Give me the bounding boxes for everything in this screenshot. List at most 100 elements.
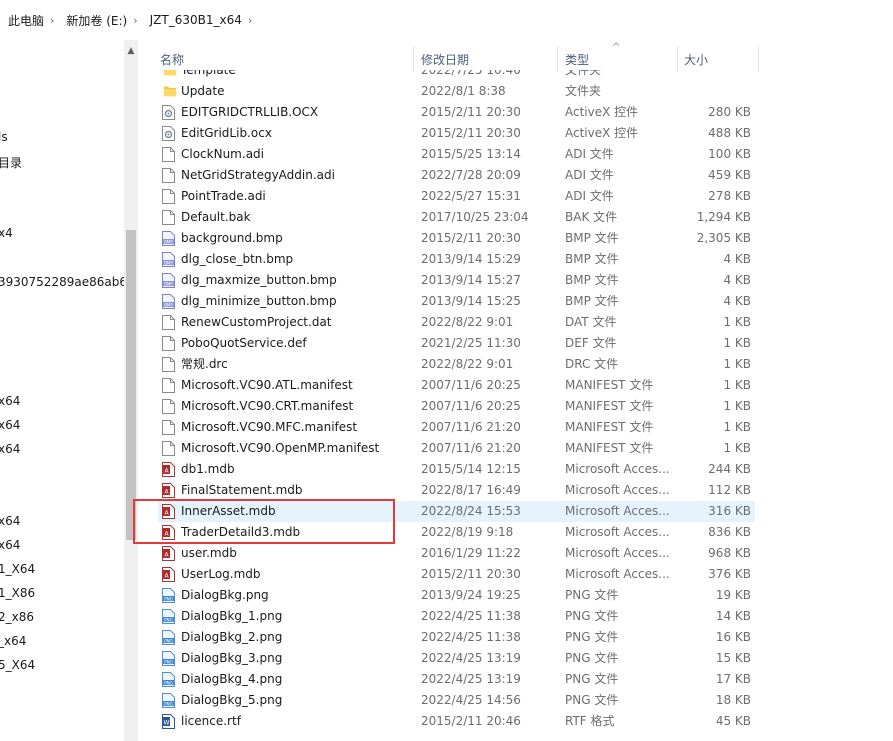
file-row[interactable]: NetGridStrategyAddin.adi 2022/7/28 20:09 A… [158, 165, 755, 186]
file-type: ActiveX 控件 [565, 126, 639, 140]
png-file-icon: PNG [162, 651, 175, 666]
file-row[interactable]: Microsoft.VC90.OpenMP.manifest 2007/11/6 … [158, 438, 755, 459]
column-divider[interactable] [758, 46, 759, 72]
file-row[interactable]: Update 2022/8/1 8:38 文件夹 [158, 81, 755, 102]
file-row[interactable]: Wlicence.rtf 2015/2/11 20:46 RTF 格式 45 KB [158, 711, 755, 732]
file-row[interactable]: EDITGRIDCTRLLIB.OCX 2015/2/11 20:30 Active… [158, 102, 755, 123]
file-type: MANIFEST 文件 [565, 420, 654, 434]
file-row[interactable]: BMP dlg_maxmize_button.bmp 2013/9/14 15:27… [158, 270, 755, 291]
address-bar[interactable]: 此电脑 › 新加卷 (E:) › JZT_630B1_x64 › [0, 0, 893, 41]
nav-tree-item[interactable]: 目录 [0, 154, 22, 171]
breadcrumb-item[interactable]: 新加卷 (E:) › [58, 0, 141, 40]
file-row[interactable]: BMP background.bmp 2015/2/11 20:30 BMP 文件 2,… [158, 228, 755, 249]
file-icon [162, 420, 175, 435]
file-date: 2022/8/19 9:18 [421, 525, 514, 539]
file-list: Template 2022/7/25 10:40 文件夹 Update 2022/8/1… [138, 40, 893, 741]
file-row[interactable]: BMP dlg_minimize_button.bmp 2013/9/14 15:2… [158, 291, 755, 312]
file-type: PNG 文件 [565, 651, 619, 665]
file-row[interactable]: PNG DialogBkg_2.png 2022/4/25 11:38 PNG 文件 1… [158, 627, 755, 648]
file-type: MANIFEST 文件 [565, 378, 654, 392]
file-row[interactable]: Microsoft.VC90.ATL.manifest 2007/11/6 20:… [158, 375, 755, 396]
access-database-icon: A [162, 567, 175, 582]
file-size: 278 KB [708, 189, 751, 203]
file-date: 2015/5/25 13:14 [421, 147, 521, 161]
file-date: 2013/9/14 15:25 [421, 294, 521, 308]
chevron-right-icon[interactable]: › [44, 14, 54, 27]
access-database-icon: A [162, 483, 175, 498]
file-type: RTF 格式 [565, 714, 615, 728]
nav-tree-item[interactable]: 2_x86 [0, 610, 34, 624]
file-row[interactable]: PNG DialogBkg_5.png 2022/4/25 14:56 PNG 文件 1… [158, 690, 755, 711]
nav-tree-item[interactable]: 1_X86 [0, 586, 35, 600]
file-size: 316 KB [708, 504, 751, 518]
file-name: dlg_minimize_button.bmp [181, 294, 337, 308]
file-icon [162, 315, 175, 330]
file-row[interactable]: EditGridLib.ocx 2015/2/11 20:30 ActiveX 控件… [158, 123, 755, 144]
column-divider[interactable] [557, 46, 558, 72]
file-row[interactable]: Auser.mdb 2016/1/29 11:22 Microsoft Acces.… [158, 543, 755, 564]
scrollbar-thumb[interactable] [126, 230, 136, 540]
chevron-right-icon[interactable]: › [242, 14, 252, 27]
file-name: EDITGRIDCTRLLIB.OCX [181, 105, 319, 119]
nav-tree-item[interactable]: x64 [0, 418, 20, 432]
file-row[interactable]: PNG DialogBkg_3.png 2022/4/25 13:19 PNG 文件 1… [158, 648, 755, 669]
nav-tree-item[interactable]: _x64 [0, 634, 26, 648]
folder-icon [162, 84, 177, 99]
column-date[interactable]: 修改日期 [421, 40, 469, 70]
nav-tree-item[interactable]: x64 [0, 442, 20, 456]
file-size: 968 KB [708, 546, 751, 560]
file-row[interactable]: PNG DialogBkg.png 2013/9/24 19:25 PNG 文件 19 … [158, 585, 755, 606]
svg-text:BMP: BMP [164, 281, 173, 286]
file-row[interactable]: Adb1.mdb 2015/5/14 12:15 Microsoft Acces..… [158, 459, 755, 480]
file-name: 常规.drc [181, 357, 228, 371]
nav-tree-item[interactable]: 5_X64 [0, 658, 35, 672]
file-row[interactable]: Default.bak 2017/10/25 23:04 BAK 文件 1,294 K… [158, 207, 755, 228]
file-row[interactable]: PointTrade.adi 2022/5/27 15:31 ADI 文件 278 K… [158, 186, 755, 207]
file-row[interactable]: BMP dlg_close_btn.bmp 2013/9/14 15:29 BMP 文… [158, 249, 755, 270]
file-date: 2022/7/28 20:09 [421, 168, 521, 182]
file-row[interactable]: 常规.drc 2022/8/22 9:01 DRC 文件 1 KB [158, 354, 755, 375]
breadcrumb-label: 此电脑 [8, 13, 45, 28]
scroll-up-icon[interactable]: ▲ [124, 46, 138, 56]
nav-tree-item[interactable]: x64 [0, 514, 20, 528]
file-row[interactable]: PoboQuotService.def 2021/2/25 11:30 DEF 文件… [158, 333, 755, 354]
nav-tree-item[interactable]: x4 [0, 226, 13, 240]
nav-tree-item[interactable]: x64 [0, 394, 20, 408]
column-divider[interactable] [677, 46, 678, 72]
breadcrumb-item[interactable]: JZT_630B1_x64 › [142, 0, 257, 40]
nav-tree-item[interactable]: 3930752289ae86ab65 [0, 275, 124, 289]
chevron-right-icon[interactable]: › [127, 14, 137, 27]
file-name: db1.mdb [181, 462, 235, 476]
file-type: ADI 文件 [565, 189, 614, 203]
file-size: 4 KB [723, 252, 751, 266]
file-row[interactable]: A FinalStatement.mdb 2022/8/17 16:49 Micros… [158, 480, 755, 501]
file-size: 488 KB [708, 126, 751, 140]
column-type[interactable]: 类型 [565, 40, 589, 70]
navigation-scrollbar[interactable]: ▲ [124, 40, 138, 741]
file-row[interactable]: ClockNum.adi 2015/5/25 13:14 ADI 文件 100 KB [158, 144, 755, 165]
column-name[interactable]: 名称 [160, 40, 184, 70]
nav-tree-item[interactable]: 1_X64 [0, 562, 35, 576]
breadcrumb-item[interactable]: 此电脑 › [0, 0, 58, 40]
file-date: 2007/11/6 20:25 [421, 399, 521, 413]
nav-tree-item[interactable]: ls [0, 130, 8, 144]
file-row[interactable]: PNG DialogBkg_1.png 2022/4/25 11:38 PNG 文件 1… [158, 606, 755, 627]
file-name: background.bmp [181, 231, 283, 245]
column-size[interactable]: 大小 [684, 40, 708, 70]
png-file-icon: PNG [162, 672, 175, 687]
nav-tree-item[interactable]: x64 [0, 538, 20, 552]
navigation-pane: ls 目录 x4 3930752289ae86ab65 x64 x64 x64 x64 x64 1… [0, 40, 124, 741]
file-row[interactable]: RenewCustomProject.dat 2022/8/22 9:01 DAT … [158, 312, 755, 333]
file-size: 376 KB [708, 567, 751, 581]
file-size: 112 KB [708, 483, 751, 497]
file-size: 836 KB [708, 525, 751, 539]
file-type: DRC 文件 [565, 357, 619, 371]
file-row[interactable]: A UserLog.mdb 2015/2/11 20:30 Microsoft Acc… [158, 564, 755, 585]
file-name: DialogBkg.png [181, 588, 269, 602]
file-row[interactable]: Microsoft.VC90.MFC.manifest 2007/11/6 21:… [158, 417, 755, 438]
column-divider[interactable] [413, 46, 414, 72]
file-row[interactable]: Microsoft.VC90.CRT.manifest 2007/11/6 20:… [158, 396, 755, 417]
file-icon [162, 189, 175, 204]
file-date: 2007/11/6 20:25 [421, 378, 521, 392]
file-row[interactable]: PNG DialogBkg_4.png 2022/4/25 13:19 PNG 文件 1… [158, 669, 755, 690]
